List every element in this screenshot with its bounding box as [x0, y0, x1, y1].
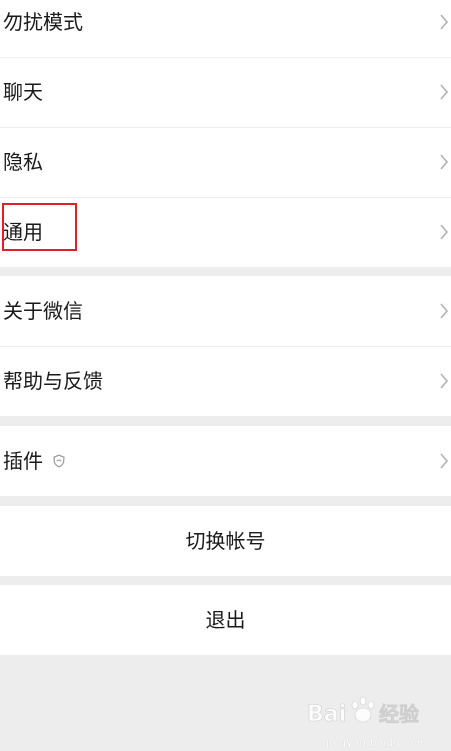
- menu-item-do-not-disturb[interactable]: 勿扰模式: [0, 0, 451, 57]
- settings-group-main: 勿扰模式 聊天 隐私 通用: [0, 0, 451, 267]
- plugin-shield-icon: [53, 454, 65, 468]
- svg-text:Bai: Bai: [307, 702, 346, 727]
- menu-item-general[interactable]: 通用: [0, 197, 451, 267]
- chevron-right-icon: [440, 84, 449, 100]
- chevron-right-icon: [440, 453, 449, 469]
- chevron-right-icon: [440, 303, 449, 319]
- switch-account-label: 切换帐号: [185, 529, 266, 553]
- menu-item-label: 隐私: [3, 150, 43, 174]
- menu-item-plugins[interactable]: 插件: [0, 426, 451, 496]
- menu-item-label: 勿扰模式: [3, 10, 83, 34]
- logout-button[interactable]: 退出: [0, 585, 451, 655]
- menu-item-label: 通用: [3, 220, 43, 244]
- menu-item-label: 关于微信: [3, 299, 83, 323]
- chevron-right-icon: [440, 224, 449, 240]
- logout-label: 退出: [205, 608, 246, 632]
- svg-text:经验: 经验: [379, 702, 419, 726]
- chevron-right-icon: [440, 14, 449, 30]
- menu-item-label: 聊天: [3, 80, 43, 104]
- menu-item-privacy[interactable]: 隐私: [0, 127, 451, 197]
- settings-group-about: 关于微信 帮助与反馈: [0, 276, 451, 416]
- settings-group-plugins: 插件: [0, 426, 451, 496]
- menu-item-label: 插件: [3, 449, 43, 473]
- baidu-jingyan-watermark-logo: Bai 经验: [307, 696, 419, 727]
- settings-screen: 勿扰模式 聊天 隐私 通用 关于微信 帮助与反馈 插件 切换帐号 退出 Bai …: [0, 0, 451, 751]
- switch-account-button[interactable]: 切换帐号: [0, 506, 451, 576]
- chevron-right-icon: [440, 373, 449, 389]
- menu-item-help-feedback[interactable]: 帮助与反馈: [0, 346, 451, 416]
- menu-item-label: 帮助与反馈: [3, 369, 103, 393]
- chevron-right-icon: [440, 154, 449, 170]
- watermark-site-text: jingyan.baidu.com: [326, 738, 427, 749]
- menu-item-chat[interactable]: 聊天: [0, 57, 451, 127]
- menu-item-about[interactable]: 关于微信: [0, 276, 451, 346]
